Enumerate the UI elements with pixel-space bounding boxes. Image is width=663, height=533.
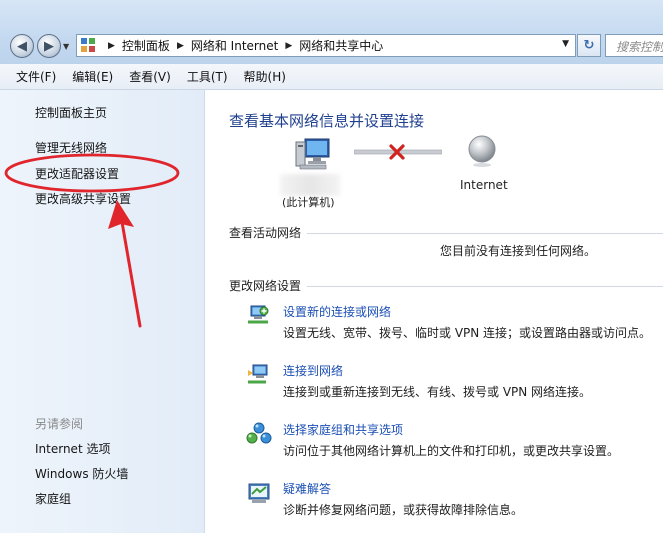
sidebar-item-manage-wireless[interactable]: 管理无线网络 [35,139,107,156]
change-settings-heading: 更改网络设置 [229,279,302,293]
back-button[interactable]: ◀ [10,34,34,58]
sidebar: 控制面板主页 管理无线网络 更改适配器设置 更改高级共享设置 另请参阅 Inte… [0,90,205,533]
redacted-computer-name [280,174,340,196]
see-also-homegroup[interactable]: 家庭组 [35,490,71,507]
address-bar[interactable]: ▶ 控制面板 ▶ 网络和 Internet ▶ 网络和共享中心 ▼ [76,34,576,57]
refresh-button[interactable]: ↻ [577,34,601,57]
search-placeholder: 搜索控制 [616,40,663,54]
disconnected-link-icon [354,144,442,160]
task-desc-troubleshoot: 诊断并修复网络问题，或获得故障排除信息。 [283,503,524,517]
forward-button[interactable]: ▶ [37,34,61,58]
no-connection-message: 您目前没有连接到任何网络。 [440,244,597,258]
search-input[interactable]: 搜索控制 [605,34,663,57]
breadcrumb-separator-icon[interactable]: ▶ [285,41,292,51]
back-arrow-icon: ◀ [17,38,27,54]
see-also-windows-firewall[interactable]: Windows 防火墙 [35,465,128,482]
menu-bar: 文件(F) 编辑(E) 查看(V) 工具(T) 帮助(H) [0,64,663,90]
menu-tools[interactable]: 工具(T) [179,68,236,85]
see-also-heading: 另请参阅 [35,417,84,431]
task-desc-connect-network: 连接到或重新连接到无线、有线、拨号或 VPN 网络连接。 [283,385,592,399]
sidebar-item-change-adapter-settings[interactable]: 更改适配器设置 [35,165,119,182]
breadcrumb-network-internet[interactable]: 网络和 Internet [191,37,278,54]
menu-edit[interactable]: 编辑(E) [64,68,121,85]
menu-file[interactable]: 文件(F) [8,68,64,85]
task-link-homegroup[interactable]: 选择家庭组和共享选项 [283,421,403,438]
task-link-troubleshoot[interactable]: 疑难解答 [283,480,331,497]
computer-label: (此计算机) [282,196,335,209]
task-troubleshoot: 疑难解答 诊断并修复网络问题，或获得故障排除信息。 [246,480,663,524]
refresh-icon: ↻ [583,38,595,53]
task-desc-homegroup: 访问位于其他网络计算机上的文件和打印机，或更改共享设置。 [283,444,620,458]
breadcrumb-separator-icon[interactable]: ▶ [177,41,184,51]
connect-network-icon [248,364,268,384]
task-link-connect-network[interactable]: 连接到网络 [283,362,343,379]
page-title: 查看基本网络信息并设置连接 [229,112,425,130]
breadcrumb-separator-icon[interactable]: ▶ [108,41,115,51]
breadcrumb-network-sharing-center[interactable]: 网络和共享中心 [299,37,383,54]
active-networks-heading: 查看活动网络 [229,226,302,240]
task-connect-network: 连接到网络 连接到或重新连接到无线、有线、拨号或 VPN 网络连接。 [246,362,663,406]
sidebar-item-advanced-sharing[interactable]: 更改高级共享设置 [35,190,131,207]
computer-icon [295,138,330,170]
troubleshoot-icon [248,483,270,503]
task-homegroup: 选择家庭组和共享选项 访问位于其他网络计算机上的文件和打印机，或更改共享设置。 [246,421,663,465]
menu-view[interactable]: 查看(V) [121,68,179,85]
homegroup-icon [246,422,272,444]
main-content: 查看基本网络信息并设置连接 (此计算机) Internet 查看活动网络 您目前… [206,90,663,533]
internet-label: Internet [460,178,508,192]
see-also-internet-options[interactable]: Internet 选项 [35,440,110,457]
section-divider [307,286,663,287]
new-connection-icon [248,305,269,324]
task-link-new-connection[interactable]: 设置新的连接或网络 [283,303,391,320]
address-history-chevron-down-icon[interactable]: ▼ [562,39,569,49]
task-new-connection: 设置新的连接或网络 设置无线、宽带、拨号、临时或 VPN 连接；或设置路由器或访… [246,303,663,347]
recent-pages-chevron-down-icon[interactable]: ▼ [63,42,69,51]
menu-help[interactable]: 帮助(H) [236,68,294,85]
section-divider [307,233,663,234]
breadcrumb-control-panel[interactable]: 控制面板 [122,37,170,54]
sidebar-item-control-panel-home[interactable]: 控制面板主页 [35,104,107,121]
forward-arrow-icon: ▶ [44,38,54,54]
task-desc-new-connection: 设置无线、宽带、拨号、临时或 VPN 连接；或设置路由器或访问点。 [283,326,652,340]
network-map: (此计算机) Internet [206,130,663,210]
internet-globe-icon [468,135,496,167]
address-toolbar: ◀ ▶ ▼ ▶ 控制面板 ▶ 网络和 Internet ▶ 网络和共享中心 ▼ … [0,0,663,64]
breadcrumb: ▶ 控制面板 ▶ 网络和 Internet ▶ 网络和共享中心 [101,35,383,56]
control-panel-icon [81,38,95,52]
